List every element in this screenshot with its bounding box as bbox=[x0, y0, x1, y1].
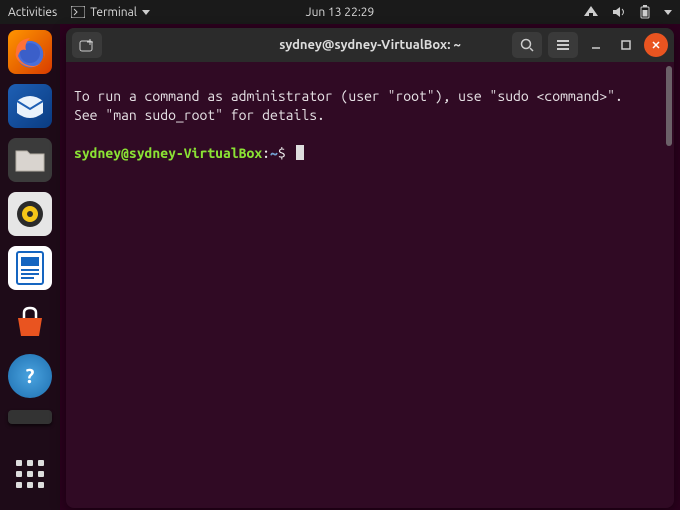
system-menu-chevron-icon[interactable] bbox=[664, 10, 672, 15]
dock-libreoffice-writer[interactable] bbox=[8, 246, 52, 290]
dock-ubuntu-software[interactable] bbox=[8, 300, 52, 344]
close-button[interactable] bbox=[644, 33, 668, 57]
search-button[interactable] bbox=[512, 32, 542, 58]
scrollbar[interactable] bbox=[666, 66, 672, 146]
prompt-symbol: $ bbox=[278, 145, 286, 161]
motd-line2: See "man sudo_root" for details. bbox=[74, 107, 325, 123]
motd-line1: To run a command as administrator (user … bbox=[74, 88, 623, 104]
titlebar[interactable]: sydney@sydney-VirtualBox: ~ bbox=[66, 28, 674, 62]
show-applications-button[interactable] bbox=[8, 452, 52, 496]
new-tab-button[interactable] bbox=[72, 32, 102, 58]
search-icon bbox=[520, 38, 534, 52]
prompt-sep: : bbox=[262, 145, 270, 161]
chevron-down-icon bbox=[142, 10, 150, 15]
terminal-indicator-icon bbox=[71, 6, 85, 18]
app-menu-label: Terminal bbox=[90, 6, 137, 19]
app-menu[interactable]: Terminal bbox=[71, 6, 150, 19]
rhythmbox-icon bbox=[13, 197, 47, 231]
clock[interactable]: Jun 13 22:29 bbox=[306, 6, 375, 19]
maximize-icon bbox=[620, 39, 632, 51]
minimize-button[interactable] bbox=[584, 33, 608, 57]
volume-icon[interactable] bbox=[612, 6, 626, 18]
hamburger-icon bbox=[556, 39, 570, 51]
close-icon bbox=[650, 39, 662, 51]
svg-text:?: ? bbox=[26, 364, 35, 387]
thunderbird-icon bbox=[13, 89, 47, 123]
cursor bbox=[296, 145, 304, 160]
help-icon: ? bbox=[17, 363, 43, 389]
minimize-icon bbox=[590, 39, 602, 51]
dock-firefox[interactable] bbox=[8, 30, 52, 74]
activities-button[interactable]: Activities bbox=[8, 6, 57, 19]
ubuntu-software-icon bbox=[10, 302, 50, 342]
maximize-button[interactable] bbox=[614, 33, 638, 57]
clock-label: Jun 13 22:29 bbox=[306, 6, 375, 19]
dock-help[interactable]: ? bbox=[8, 354, 52, 398]
dock-tray[interactable] bbox=[8, 410, 52, 424]
window-title: sydney@sydney-VirtualBox: ~ bbox=[279, 38, 461, 52]
prompt-user: sydney@sydney-VirtualBox bbox=[74, 145, 262, 161]
dock: ? bbox=[0, 24, 60, 510]
network-icon[interactable] bbox=[584, 6, 598, 18]
prompt-path: ~ bbox=[270, 145, 278, 161]
terminal-window: sydney@sydney-VirtualBox: ~ To run a com… bbox=[66, 28, 674, 508]
dock-files[interactable] bbox=[8, 138, 52, 182]
activities-label: Activities bbox=[8, 6, 57, 19]
hamburger-menu-button[interactable] bbox=[548, 32, 578, 58]
new-tab-icon bbox=[79, 38, 95, 52]
libreoffice-writer-icon bbox=[14, 250, 46, 286]
battery-icon[interactable] bbox=[640, 5, 650, 19]
dock-rhythmbox[interactable] bbox=[8, 192, 52, 236]
terminal-body[interactable]: To run a command as administrator (user … bbox=[66, 62, 674, 508]
firefox-icon bbox=[12, 34, 48, 70]
dock-thunderbird[interactable] bbox=[8, 84, 52, 128]
files-icon bbox=[13, 145, 47, 175]
